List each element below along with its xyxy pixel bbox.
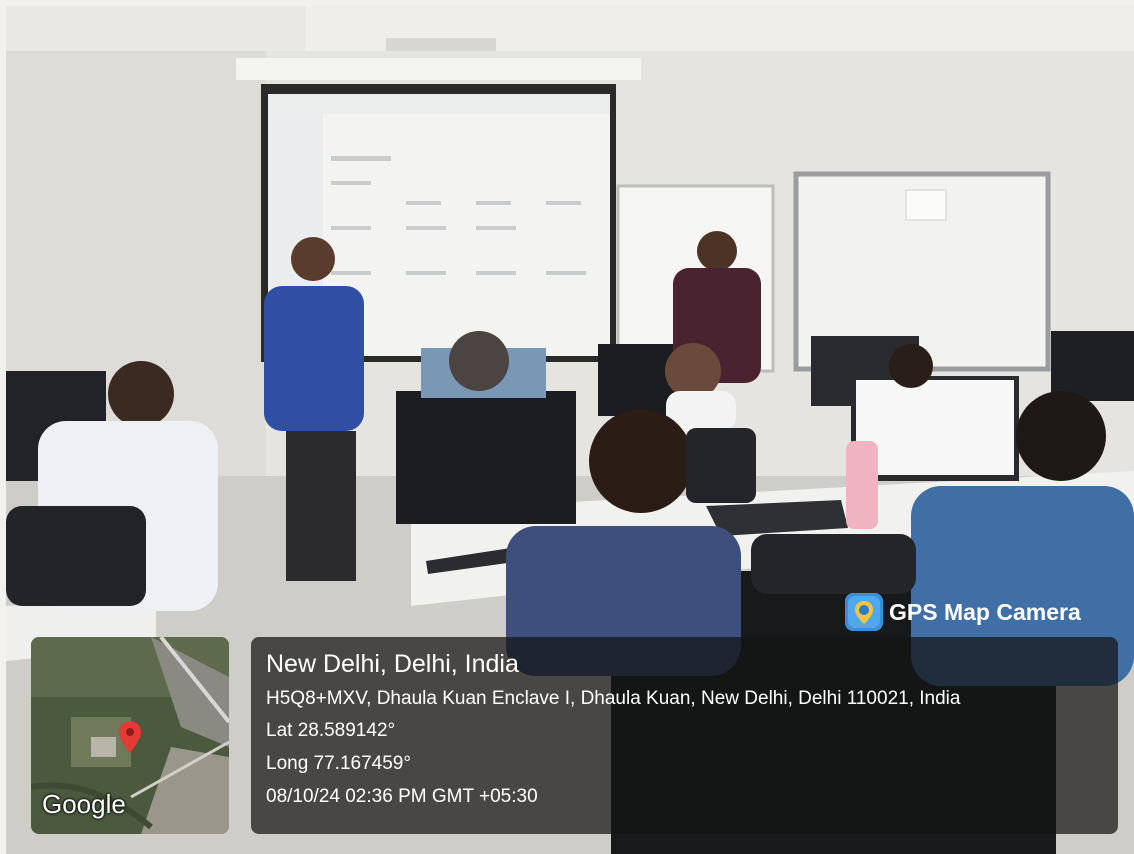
address-line: H5Q8+MXV, Dhaula Kuan Enclave I, Dhaula … (266, 688, 961, 709)
map-pin-icon (119, 721, 141, 758)
map-provider-logo: Google (42, 789, 126, 819)
app-name: GPS Map Camera (889, 598, 1081, 625)
location-title: New Delhi, Delhi, India (266, 650, 519, 678)
latitude-line: Lat 28.589142° (266, 720, 396, 741)
timestamp-line: 08/10/24 02:36 PM GMT +05:30 (266, 786, 538, 807)
gps-map-camera-badge: GPS Map Camera (845, 593, 1081, 631)
longitude-line: Long 77.167459° (266, 753, 411, 774)
map-pin-camera-icon (845, 593, 883, 631)
